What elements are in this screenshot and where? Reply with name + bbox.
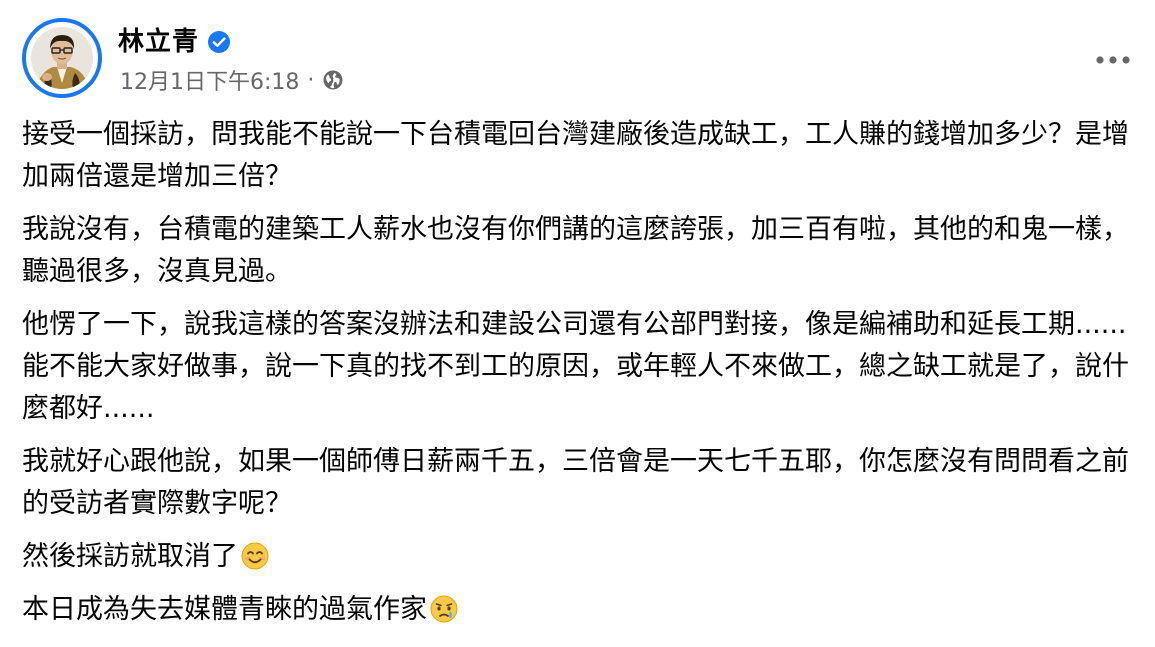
post-meta: 12月1日下午6:18 · — [120, 64, 344, 96]
more-options-button[interactable] — [1091, 44, 1135, 74]
crying-face-emoji-icon — [429, 594, 459, 624]
post-paragraph-with-emoji: 然後採訪就取消了 — [22, 536, 1137, 578]
post-paragraph: 我說沒有，台積電的建築工人薪水也沒有你們講的這麼誇張，加三百有啦，其他的和鬼一樣… — [22, 214, 1129, 287]
avatar[interactable] — [22, 18, 102, 98]
post-paragraph-text: 然後採訪就取消了 — [22, 541, 238, 572]
author-name[interactable]: 林立青 — [118, 24, 199, 60]
post-paragraph-text: 本日成為失去媒體青睞的過氣作家 — [22, 594, 427, 625]
verified-badge-icon — [207, 30, 231, 54]
post-paragraph-with-emoji: 本日成為失去媒體青睞的過氣作家 — [22, 589, 1137, 631]
author-line: 林立青 — [118, 24, 231, 60]
meta-separator: · — [307, 67, 315, 93]
smiling-face-emoji-icon — [240, 541, 270, 571]
post-timestamp[interactable]: 12月1日下午6:18 — [120, 64, 299, 96]
post-paragraph: 接受一個採訪，問我能不能說一下台積電回台灣建廠後造成缺工，工人賺的錢增加多少？是… — [22, 119, 1129, 192]
post-header: 林立青 12月1日下午6:18 · — [22, 18, 1135, 106]
facebook-post: 林立青 12月1日下午6:18 · 接受一個採訪，問我能不能說一下台積電回台灣建… — [0, 0, 1155, 647]
avatar-image — [31, 27, 93, 89]
globe-icon[interactable] — [322, 69, 344, 91]
post-body: 接受一個採訪，問我能不能說一下台積電回台灣建廠後造成缺工，工人賺的錢增加多少？是… — [22, 114, 1137, 642]
ellipsis-icon — [1095, 50, 1131, 69]
post-paragraph: 我就好心跟他說，如果一個師傅日薪兩千五，三倍會是一天七千五耶，你怎麼沒有問問看之… — [22, 446, 1129, 519]
post-paragraph: 他愣了一下，說我這樣的答案沒辦法和建設公司還有公部門對接，像是編補助和延長工期.… — [22, 309, 1129, 424]
